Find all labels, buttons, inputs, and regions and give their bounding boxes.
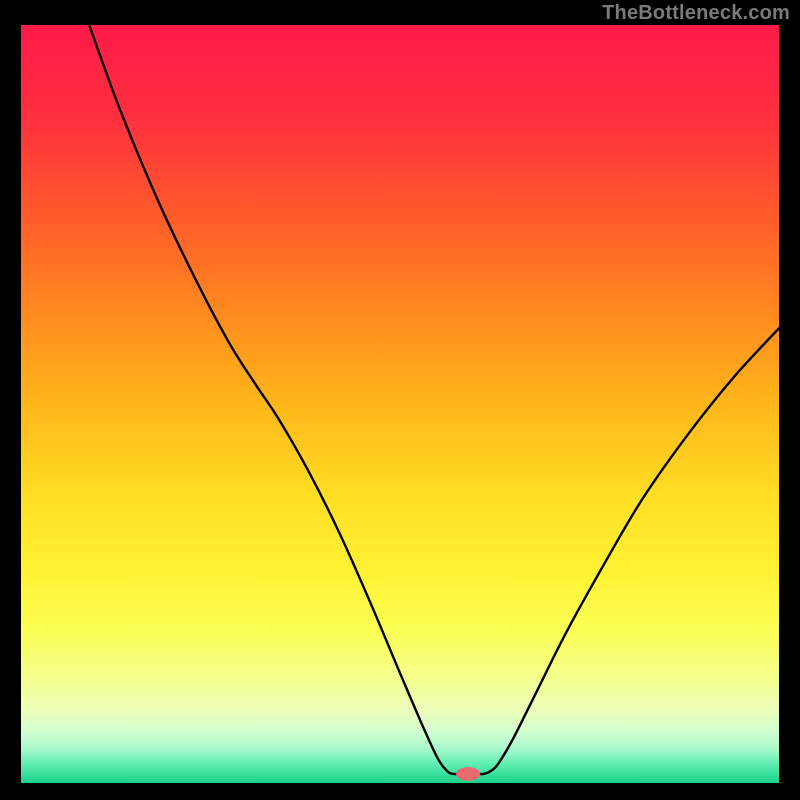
bottleneck-chart <box>21 25 779 783</box>
optimal-marker <box>456 767 480 781</box>
chart-background <box>21 25 779 783</box>
watermark-text: TheBottleneck.com <box>602 2 790 25</box>
chart-area <box>21 25 779 783</box>
